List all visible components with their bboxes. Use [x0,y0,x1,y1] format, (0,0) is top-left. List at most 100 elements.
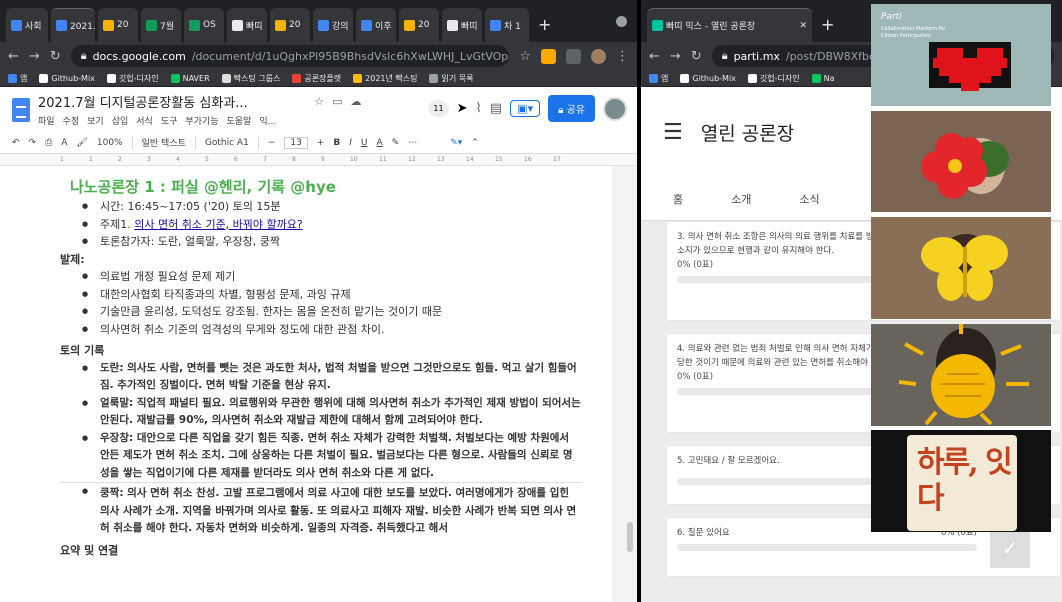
new-tab-button[interactable]: + [815,8,840,42]
bookmark[interactable]: Github-Mix [680,73,736,83]
extension-icon[interactable] [566,48,581,64]
back-icon[interactable]: ← [649,49,660,64]
paint-format-icon[interactable]: 🖌︎ [76,138,87,148]
menu-help[interactable]: 도움말 [227,114,252,127]
font-size-increase[interactable]: + [317,138,325,148]
browser-tab-active[interactable]: 2021.7월 디 [51,8,95,42]
bookmark[interactable]: 공론장플랫 [292,73,341,84]
bookmark-apps[interactable]: 앱 [8,73,27,84]
tab-news[interactable]: 소식 [799,191,819,207]
menu-file[interactable]: 파일 [38,114,55,127]
meet-icon[interactable]: ▣▾ [510,100,541,117]
highlight-icon[interactable]: ✎ [392,138,400,148]
style-select[interactable]: 일반 텍스트 [142,136,186,149]
more-icon[interactable]: ⋯ [408,138,417,148]
move-icon[interactable]: ▭ [332,95,342,108]
bookmark[interactable]: Na [811,73,834,83]
menu-addons[interactable]: 부가기능 [185,114,218,127]
text-color-button[interactable]: A [376,138,382,148]
last-edit-label[interactable]: 익... [259,114,276,127]
collapse-icon[interactable]: ⌃ [471,138,479,148]
browser-tab[interactable]: 이후 [356,8,396,42]
browser-tab[interactable]: 빠띠 [227,8,267,42]
document-canvas: 나노공론장 1 : 퍼실 @헨리, 기록 @hye 시간: 16:45~17:0… [0,166,637,602]
ruler-tick: 14 [466,156,474,163]
browser-tab[interactable]: 20 [270,8,310,42]
reading-list[interactable]: 읽기 목록 [429,73,473,84]
edit-mode-icon[interactable]: ✎▾ [450,138,462,148]
comment-count[interactable]: 11 [428,100,449,117]
topic-label: 주제1. [100,217,135,231]
comments-icon[interactable]: ▤ [490,101,502,116]
browser-tab[interactable]: OS [184,8,224,42]
vote-checkbox[interactable]: ✓ [990,528,1030,568]
hamburger-menu-icon[interactable]: ☰ [663,120,683,145]
document-title[interactable]: 2021.7월 디지털공론장활동 심화과... [38,92,276,111]
bookmark[interactable]: NAVER [170,73,210,83]
tab-about[interactable]: 소개 [731,191,751,207]
avatar[interactable] [603,96,627,121]
browser-tab[interactable]: 사회 [6,8,48,42]
menu-format[interactable]: 서식 [136,114,153,127]
bookmark[interactable]: 빡스팅 그룹스 [221,73,280,84]
browser-tab[interactable]: 20 [399,8,439,42]
italic-button[interactable]: I [349,138,352,148]
extension-icon[interactable] [541,48,556,64]
activity-icon[interactable]: ⌇ [476,101,482,116]
font-size-input[interactable]: 13 [284,136,308,149]
new-tab-button[interactable]: + [532,8,557,42]
ruler-tick: 7 [263,156,267,163]
flower-icon [871,111,1051,212]
reload-icon[interactable]: ↻ [691,49,702,64]
browser-tab[interactable]: 7월 [141,8,181,42]
print-icon[interactable]: ⎙ [45,138,52,148]
forward-icon[interactable]: → [29,49,40,64]
address-row: ← → ↻ 🔒︎ docs.google.com/document/d/1uQgh… [0,42,637,70]
menu-view[interactable]: 보기 [87,114,104,127]
bookmark[interactable]: 2021년 빡스팅 [353,73,417,84]
profile-icon[interactable] [591,48,606,64]
window-control-icon[interactable] [616,16,627,27]
back-icon[interactable]: ← [8,49,19,64]
star-icon[interactable]: ☆ [519,49,531,64]
topic-link[interactable]: 의사 면허 취소 기준, 바꿔야 할까요? [134,218,303,231]
scrollbar[interactable] [627,522,633,552]
ruler[interactable]: 1 1 2 3 4 5 6 7 8 9 10 11 12 13 14 15 16 17 [0,154,637,166]
menu-icon[interactable]: ⋮ [616,49,629,64]
font-select[interactable]: Gothic A1 [205,138,249,148]
zoom-select[interactable]: 100% [97,138,123,148]
reload-icon[interactable]: ↻ [50,49,61,64]
browser-tab[interactable]: 20 [98,8,138,42]
share-button[interactable]: 🔒︎ 공유 [548,95,595,122]
docs-logo-icon[interactable] [12,97,30,122]
redo-icon[interactable]: ↷ [29,138,37,148]
menu-edit[interactable]: 수정 [63,114,80,127]
bookmark-apps[interactable]: 앱 [649,73,668,84]
browser-tab[interactable]: 차 1 [485,8,529,42]
forward-icon[interactable]: → [670,49,681,64]
close-icon[interactable]: ✕ [799,21,807,31]
star-icon[interactable]: ☆ [314,95,324,108]
bookmark[interactable]: 깃헙-디자인 [106,73,159,84]
menu-tools[interactable]: 도구 [161,114,178,127]
browser-tab[interactable]: 빠띠 [442,8,482,42]
video-tile [871,217,1051,319]
tab-home[interactable]: 홈 [673,191,683,207]
document-page[interactable]: 나노공론장 1 : 퍼실 @헨리, 기록 @hye 시간: 16:45~17:0… [0,166,612,602]
underline-button[interactable]: U [361,138,368,148]
section-title: 발제: [60,252,85,266]
video-tile [871,324,1051,426]
bold-button[interactable]: B [333,138,340,148]
cloud-icon[interactable]: ☁ [351,95,362,108]
spellcheck-icon[interactable]: A [61,138,67,148]
url-bar[interactable]: 🔒︎ docs.google.com/document/d/1uQghxPl95B… [70,45,510,67]
menu-insert[interactable]: 삽입 [112,114,129,127]
browser-tab-active[interactable]: 빠띠 믹스 - 열린 공론장 ✕ [647,8,812,42]
browser-tab[interactable]: 강의 [313,8,353,42]
divider [194,135,196,150]
bookmark[interactable]: 깃헙-디자인 [747,73,800,84]
handwritten-text: 하루, 잇다 [917,445,1013,516]
bookmark[interactable]: Github-Mix [39,73,95,83]
font-size-decrease[interactable]: − [268,138,276,148]
undo-icon[interactable]: ↶ [12,138,20,148]
